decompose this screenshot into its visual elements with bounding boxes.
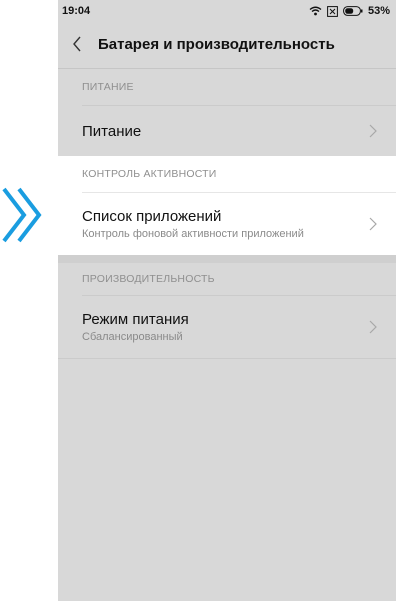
section-header-activity: КОНТРОЛЬ АКТИВНОСТИ [82,168,217,180]
app-header: Батарея и производительность [58,22,396,66]
page-title: Батарея и производительность [98,35,335,53]
status-time: 19:04 [62,5,91,17]
list-item-subtitle: Контроль фоновой активности приложений [82,228,304,240]
section-header-performance: ПРОИЗВОДИТЕЛЬНОСТЬ [82,273,215,285]
activity-control-section: КОНТРОЛЬ АКТИВНОСТИ Список приложений Ко… [58,156,396,255]
chevron-right-icon [369,124,377,138]
list-item-power[interactable]: Питание [58,106,396,156]
sim-icon [327,5,338,17]
chevron-right-icon [369,217,377,231]
battery-icon [343,6,363,16]
list-item-title: Режим питания [82,311,189,328]
chevron-left-icon [73,36,81,52]
status-bar: 19:04 53% [58,0,396,22]
back-button[interactable] [72,36,88,52]
list-item-subtitle: Сбалансированный [82,331,183,343]
wifi-icon [309,6,322,16]
double-chevron-right-icon [2,187,42,243]
battery-percent: 53% [367,5,390,17]
divider [58,358,396,359]
list-item-app-list[interactable]: Список приложений Контроль фоновой актив… [58,193,396,255]
list-item-title: Питание [82,122,142,140]
chevron-right-icon [369,320,377,334]
list-item-power-mode[interactable]: Режим питания Сбалансированный [58,296,396,358]
section-header-power: ПИТАНИЕ [82,81,134,93]
list-item-title: Список приложений [82,208,222,225]
phone-screen: 19:04 53% Батарея и производительность П… [58,0,396,601]
section-gap [58,255,396,263]
